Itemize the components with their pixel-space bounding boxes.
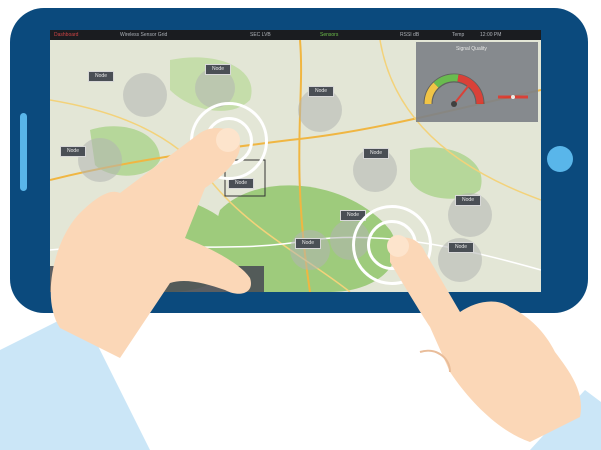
topbar-item-3[interactable]: Sensors (320, 32, 338, 38)
topbar-item-2[interactable]: SEC LVB (250, 32, 271, 38)
topbar-item-4[interactable]: RSSI dB (400, 32, 419, 38)
home-button[interactable] (547, 146, 573, 172)
map-marker-4[interactable]: Node (363, 148, 389, 159)
topbar-item-6: 12:00 PM (480, 32, 502, 38)
gauge-panel: Signal Quality (416, 42, 538, 122)
topbar-item-1[interactable]: Wireless Sensor Grid (120, 32, 167, 38)
gauge-title: Signal Quality (456, 46, 487, 52)
topbar-item-5[interactable]: Temp (452, 32, 464, 38)
map-marker-1[interactable]: Node (205, 64, 231, 75)
map-marker-0[interactable]: Node (88, 71, 114, 82)
gauge-dial (423, 73, 528, 107)
topbar-item-0[interactable]: Dashboard (54, 32, 78, 38)
right-hand-illustration (387, 235, 601, 450)
left-hand-illustration (0, 128, 251, 450)
top-status-bar: Dashboard Wireless Sensor Grid SEC LVB S… (50, 30, 541, 40)
map-marker-2[interactable]: Node (308, 86, 334, 97)
map-marker-6[interactable]: Node (455, 195, 481, 206)
